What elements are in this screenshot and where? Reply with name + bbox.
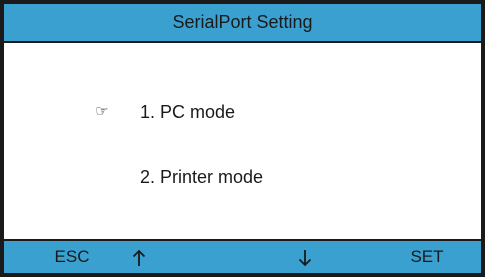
menu-item-label: 1. PC mode xyxy=(140,102,236,122)
title-bar: SerialPort Setting xyxy=(4,4,481,43)
screen-title: SerialPort Setting xyxy=(172,12,313,32)
set-button[interactable]: SET xyxy=(402,241,452,273)
menu-item-label: 2. Printer mode xyxy=(140,167,264,187)
up-button[interactable] xyxy=(124,241,154,273)
serialport-setting-screen: SerialPort Setting ☞ 1. PC mode 2. Print… xyxy=(0,0,485,277)
hand-pointer-icon: ☞ xyxy=(95,103,109,120)
esc-button[interactable]: ESC xyxy=(47,241,97,273)
softkey-bar: ESC SET xyxy=(4,239,481,273)
arrow-down-icon xyxy=(298,249,312,266)
down-button[interactable] xyxy=(290,241,320,273)
arrow-up-icon xyxy=(132,249,146,266)
